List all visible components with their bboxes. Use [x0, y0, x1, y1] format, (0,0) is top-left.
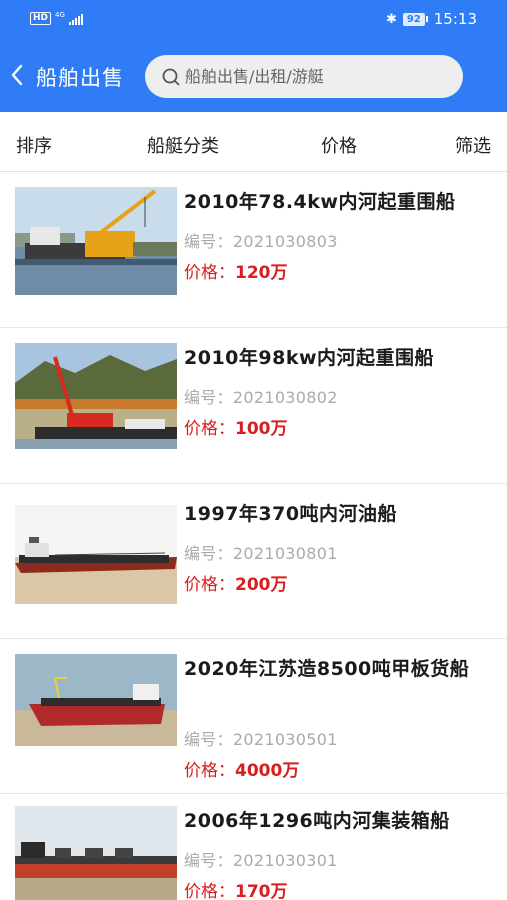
- status-bar: HD 4G ✱ 92 15:13: [0, 0, 507, 40]
- list-item[interactable]: 2020年江苏造8500吨甲板货船 编号：2021030501 价格：4000万: [0, 639, 507, 794]
- listing-title: 2006年1296吨内河集装箱船: [184, 810, 450, 832]
- bluetooth-icon: ✱: [385, 11, 397, 27]
- app-header: HD 4G ✱ 92 15:13 船舶出售: [0, 0, 507, 112]
- listing-code: 编号：2021030802: [184, 388, 338, 407]
- ship-photo: [15, 187, 177, 295]
- listing-title: 1997年370吨内河油船: [184, 503, 398, 525]
- listing-price: 价格：100万: [184, 419, 288, 439]
- filter-category[interactable]: 船艇分类: [147, 132, 219, 158]
- search-input[interactable]: [185, 67, 445, 86]
- battery-icon: 92: [402, 12, 428, 26]
- network-type: 4G: [55, 11, 65, 19]
- battery-level: 92: [402, 12, 425, 26]
- hd-badge: HD: [30, 12, 52, 25]
- clock-time: 15:13: [433, 10, 477, 28]
- ship-photo: [15, 654, 177, 746]
- ship-photo: [15, 343, 177, 449]
- filter-bar: 排序 船艇分类 价格 筛选: [0, 112, 507, 172]
- page-title: 船舶出售: [36, 66, 124, 90]
- listing-code: 编号：2021030501: [184, 730, 338, 749]
- list-item[interactable]: 2010年78.4kw内河起重围船 编号：2021030803 价格：120万: [0, 172, 507, 328]
- chevron-left-icon[interactable]: [8, 62, 28, 88]
- search-icon: [162, 68, 180, 85]
- listing-title: 2010年98kw内河起重围船: [184, 347, 435, 369]
- listing-price: 价格：120万: [184, 263, 288, 283]
- ship-photo: [15, 505, 177, 604]
- listing-price: 价格：200万: [184, 575, 288, 595]
- signal-icon: [68, 13, 83, 25]
- listing-title: 2020年江苏造8500吨甲板货船: [184, 658, 470, 680]
- listing-code: 编号：2021030801: [184, 544, 338, 563]
- filter-sort[interactable]: 排序: [16, 132, 52, 158]
- listing-code: 编号：2021030803: [184, 232, 338, 251]
- listing-price: 价格：4000万: [184, 761, 300, 781]
- filter-price[interactable]: 价格: [321, 132, 357, 158]
- status-right: ✱ 92 15:13: [386, 10, 477, 28]
- listing-title: 2010年78.4kw内河起重围船: [184, 191, 456, 213]
- nav-bar: 船舶出售: [0, 50, 507, 102]
- list-item[interactable]: 1997年370吨内河油船 编号：2021030801 价格：200万: [0, 484, 507, 639]
- listing-price: 价格：170万: [184, 882, 288, 900]
- ship-photo: [15, 806, 177, 900]
- list-item[interactable]: 2010年98kw内河起重围船 编号：2021030802 价格：100万: [0, 328, 507, 484]
- listing-code: 编号：2021030301: [184, 851, 338, 870]
- list-item[interactable]: 2006年1296吨内河集装箱船 编号：2021030301 价格：170万: [0, 794, 507, 900]
- filter-more[interactable]: 筛选: [455, 132, 491, 158]
- status-left: HD 4G: [30, 12, 83, 25]
- search-box[interactable]: [145, 55, 463, 98]
